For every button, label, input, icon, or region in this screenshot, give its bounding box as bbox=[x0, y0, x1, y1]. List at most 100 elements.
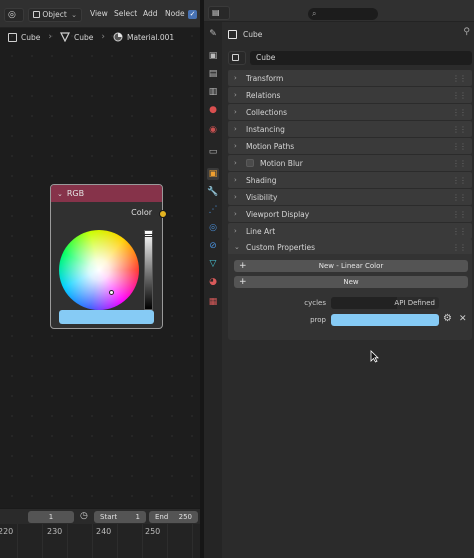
panel-visibility[interactable]: › Visibility ⋮⋮ bbox=[228, 189, 472, 205]
drag-handle-icon[interactable]: ⋮⋮ bbox=[452, 243, 467, 252]
panel-line-art[interactable]: › Line Art ⋮⋮ bbox=[228, 223, 472, 239]
mode-dropdown[interactable]: Object ⌄ bbox=[28, 8, 82, 22]
timeline-controls: 1 ◷ Start 1 End 250 bbox=[0, 508, 200, 524]
object-type-icon[interactable] bbox=[228, 51, 246, 65]
ruler-tick-label: 230 bbox=[47, 527, 63, 536]
data-tab-icon[interactable]: ▽ bbox=[207, 258, 219, 270]
search-input[interactable]: ⌕ bbox=[308, 8, 378, 20]
use-nodes-checkbox[interactable]: ✓ bbox=[188, 10, 197, 19]
color-wheel[interactable] bbox=[59, 230, 139, 310]
chevron-down-icon: ⌄ bbox=[71, 11, 77, 19]
breadcrumb-material-label: Material.001 bbox=[126, 32, 175, 42]
physics-tab-icon[interactable]: ◎ bbox=[207, 222, 219, 234]
motion-blur-checkbox[interactable] bbox=[246, 159, 254, 167]
menu-view[interactable]: View bbox=[90, 7, 108, 21]
close-icon[interactable]: ✕ bbox=[459, 314, 467, 324]
render-tab-icon[interactable]: ▣ bbox=[207, 50, 219, 62]
property-name-prop: prop bbox=[310, 316, 326, 324]
drag-handle-icon[interactable]: ⋮⋮ bbox=[452, 91, 467, 100]
panel-custom-properties[interactable]: ⌄ Custom Properties ⋮⋮ bbox=[228, 239, 472, 255]
panel-instancing[interactable]: › Instancing ⋮⋮ bbox=[228, 121, 472, 137]
frame-ruler[interactable]: 220 230 240 250 bbox=[0, 524, 200, 558]
object-tab-icon[interactable]: ▣ bbox=[207, 168, 219, 180]
mouse-cursor-icon bbox=[370, 350, 379, 363]
gear-icon[interactable]: ⚙ bbox=[443, 313, 452, 324]
scene-tab-icon[interactable]: ● bbox=[207, 104, 219, 116]
drag-handle-icon[interactable]: ⋮⋮ bbox=[452, 159, 467, 168]
start-frame-field[interactable]: Start 1 bbox=[94, 511, 146, 523]
panel-label: Transform bbox=[246, 73, 284, 83]
drag-handle-icon[interactable]: ⋮⋮ bbox=[452, 74, 467, 83]
menu-add[interactable]: Add bbox=[143, 7, 158, 21]
properties-content: Cube ⚲ Cube › Transform ⋮⋮ › Relations ⋮… bbox=[224, 22, 474, 558]
drag-handle-icon[interactable]: ⋮⋮ bbox=[452, 176, 467, 185]
color-wheel-cursor[interactable] bbox=[109, 290, 114, 295]
panel-label: Instancing bbox=[246, 124, 285, 134]
output-tab-icon[interactable]: ▤ bbox=[207, 68, 219, 80]
node-header[interactable]: ⌄ RGB bbox=[51, 185, 162, 202]
collection-tab-icon[interactable]: ▭ bbox=[207, 146, 219, 158]
drag-handle-icon[interactable]: ⋮⋮ bbox=[452, 125, 467, 134]
current-frame-field[interactable]: 1 bbox=[28, 511, 74, 523]
start-label: Start bbox=[100, 513, 118, 521]
panel-label: Visibility bbox=[246, 192, 278, 202]
panel-viewport-display[interactable]: › Viewport Display ⋮⋮ bbox=[228, 206, 472, 222]
constraints-tab-icon[interactable]: ⊘ bbox=[207, 240, 219, 252]
drag-handle-icon[interactable]: ⋮⋮ bbox=[452, 193, 467, 202]
start-value: 1 bbox=[135, 513, 140, 521]
properties-editor: ▤ ⌕ ✎ ▣ ▤ ▥ ● ◉ ▭ ▣ 🔧 ⋰ ◎ ⊘ ▽ ◕ ▦ Cube ⚲… bbox=[204, 0, 474, 558]
collapse-chevron-icon[interactable]: ⌄ bbox=[57, 190, 63, 198]
panel-motion-blur[interactable]: › Motion Blur ⋮⋮ bbox=[228, 155, 472, 171]
chevron-right-icon: › bbox=[234, 91, 237, 99]
material-icon bbox=[113, 32, 123, 42]
view-layer-tab-icon[interactable]: ▥ bbox=[207, 86, 219, 98]
tool-tab-icon[interactable]: ✎ bbox=[207, 28, 219, 40]
color-output-socket[interactable] bbox=[159, 210, 167, 218]
panel-shading[interactable]: › Shading ⋮⋮ bbox=[228, 172, 472, 188]
end-value: 250 bbox=[178, 513, 192, 521]
panel-label: Motion Paths bbox=[246, 141, 295, 151]
panel-collections[interactable]: › Collections ⋮⋮ bbox=[228, 104, 472, 120]
breadcrumb-mesh-label: Cube bbox=[73, 32, 94, 42]
context-row: Cube bbox=[228, 27, 262, 41]
properties-header: ▤ ⌕ bbox=[204, 0, 474, 22]
drag-handle-icon[interactable]: ⋮⋮ bbox=[452, 227, 467, 236]
object-name-field[interactable]: Cube bbox=[250, 51, 472, 65]
breadcrumb-object-label: Cube bbox=[21, 32, 41, 42]
rgb-node[interactable]: ⌄ RGB Color bbox=[50, 184, 167, 329]
properties-tabs: ✎ ▣ ▤ ▥ ● ◉ ▭ ▣ 🔧 ⋰ ◎ ⊘ ▽ ◕ ▦ bbox=[204, 22, 222, 558]
new-property-button[interactable]: + New bbox=[234, 276, 468, 288]
node-editor[interactable]: ◎ Object ⌄ View Select Add Node ✓ Cube ›… bbox=[0, 0, 200, 558]
panel-label: Viewport Display bbox=[246, 209, 310, 219]
drag-handle-icon[interactable]: ⋮⋮ bbox=[452, 142, 467, 151]
prop-color-field[interactable] bbox=[331, 314, 439, 326]
editor-type-button[interactable]: ◎ bbox=[4, 8, 24, 22]
chevron-right-icon: › bbox=[234, 227, 237, 235]
object-icon bbox=[232, 54, 239, 61]
value-slider-handle[interactable] bbox=[144, 234, 153, 237]
drag-handle-icon[interactable]: ⋮⋮ bbox=[452, 210, 467, 219]
button-label: New - Linear Color bbox=[318, 262, 384, 270]
object-icon bbox=[228, 29, 237, 39]
node-color-swatch[interactable] bbox=[59, 310, 154, 324]
search-icon: ⌕ bbox=[312, 9, 317, 18]
world-tab-icon[interactable]: ◉ bbox=[207, 124, 219, 136]
drag-handle-icon[interactable]: ⋮⋮ bbox=[452, 108, 467, 117]
modifier-tab-icon[interactable]: 🔧 bbox=[207, 186, 219, 198]
new-linear-color-button[interactable]: + New - Linear Color bbox=[234, 260, 468, 272]
pin-icon[interactable]: ⚲ bbox=[463, 27, 470, 37]
stopwatch-icon[interactable]: ◷ bbox=[80, 511, 88, 521]
particles-tab-icon[interactable]: ⋰ bbox=[207, 204, 219, 216]
custom-properties-body: + New - Linear Color + New cycles API De… bbox=[228, 254, 472, 340]
menu-select[interactable]: Select bbox=[114, 7, 137, 21]
menu-node[interactable]: Node bbox=[165, 7, 185, 21]
chevron-right-icon: › bbox=[234, 125, 237, 133]
value-slider[interactable] bbox=[144, 230, 153, 310]
panel-transform[interactable]: › Transform ⋮⋮ bbox=[228, 70, 472, 86]
material-tab-icon[interactable]: ◕ bbox=[207, 276, 219, 288]
panel-relations[interactable]: › Relations ⋮⋮ bbox=[228, 87, 472, 103]
end-frame-field[interactable]: End 250 bbox=[149, 511, 198, 523]
panel-motion-paths[interactable]: › Motion Paths ⋮⋮ bbox=[228, 138, 472, 154]
editor-type-button[interactable]: ▤ bbox=[208, 6, 230, 20]
texture-tab-icon[interactable]: ▦ bbox=[207, 296, 219, 308]
